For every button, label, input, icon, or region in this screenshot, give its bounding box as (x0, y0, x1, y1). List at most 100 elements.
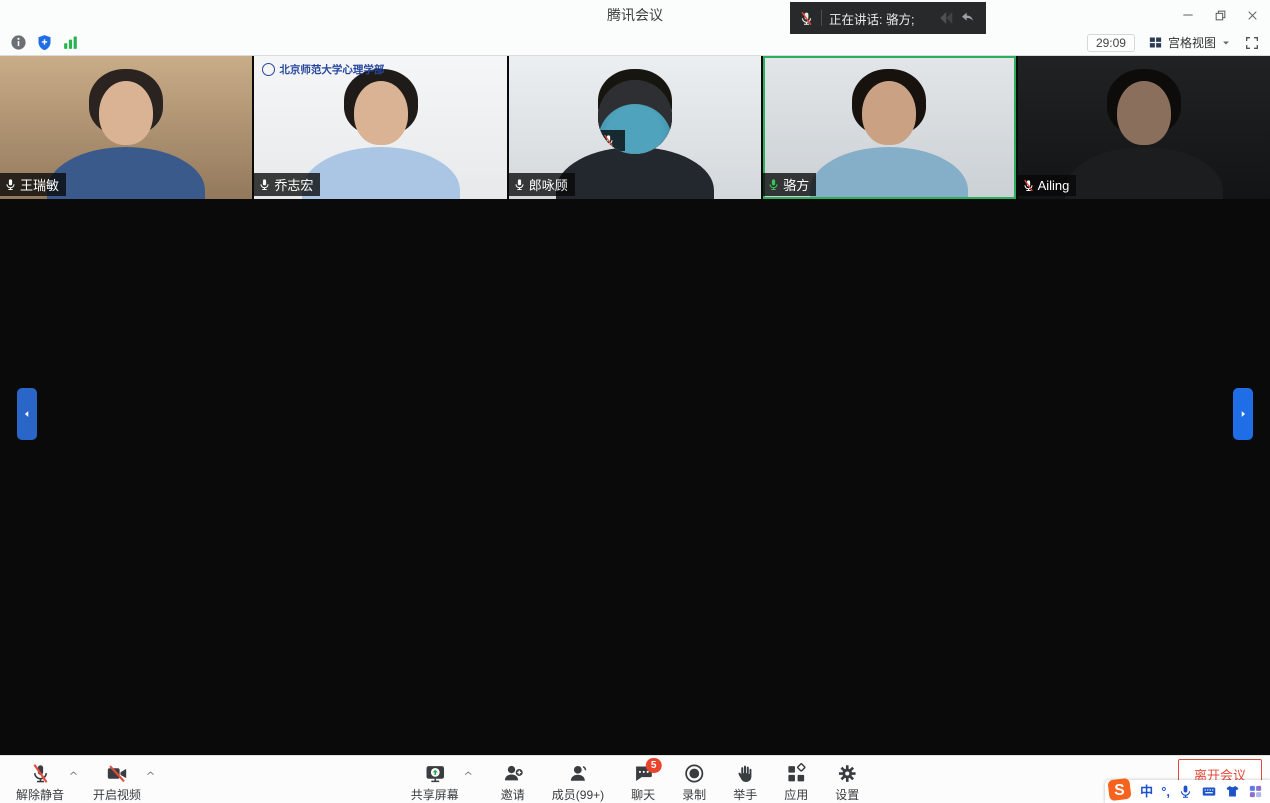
mic-status-icon (602, 134, 615, 147)
participant-tile[interactable]: 北京师范大学心理学部 乔志宏 (254, 56, 506, 199)
participant-name: 郎咏顾 (529, 175, 568, 194)
chevron-up-icon (68, 769, 79, 778)
security-button[interactable] (36, 34, 53, 51)
video-options-chevron[interactable] (145, 769, 156, 778)
sogou-icon[interactable]: S (1107, 777, 1132, 802)
unmute-label: 解除静音 (16, 786, 64, 803)
participant-nametag: 郎咏顾 (509, 173, 575, 196)
face (862, 81, 916, 145)
chevron-up-icon (463, 769, 474, 778)
status-bar: 29:09 宫格视图 (0, 30, 1270, 55)
members-button[interactable]: 成员(99+) (552, 763, 604, 803)
participant-tile[interactable] (598, 80, 672, 154)
ime-language-toggle[interactable]: 中 (1140, 785, 1153, 798)
fullscreen-icon (1244, 35, 1260, 51)
ime-toolbar[interactable]: S 中 °, (1105, 780, 1270, 803)
university-logo-icon (262, 63, 275, 76)
minimize-button[interactable] (1172, 0, 1204, 30)
svg-text:S: S (1114, 782, 1124, 799)
participant-tile[interactable]: Ailing (1018, 56, 1270, 199)
caret-down-icon (1221, 38, 1231, 48)
mic-status-icon (767, 178, 780, 191)
face (354, 81, 408, 145)
undo-arrow-icon (959, 10, 977, 26)
apps-button[interactable]: 应用 (784, 763, 808, 803)
active-speaker-label: 正在讲话: 骆方; (829, 9, 914, 28)
invite-icon (502, 763, 523, 784)
invite-label: 邀请 (501, 786, 525, 803)
screen-share-icon (424, 763, 445, 784)
settings-label: 设置 (835, 786, 859, 803)
start-video-label: 开启视频 (93, 786, 141, 803)
titlebar: 腾讯会议 (0, 0, 1270, 30)
camera-muted-icon (106, 763, 128, 784)
record-label: 录制 (682, 786, 706, 803)
chat-label: 聊天 (631, 786, 655, 803)
apps-icon (786, 763, 807, 784)
previous-page-arrow[interactable] (17, 388, 37, 440)
minimize-icon (1181, 8, 1195, 22)
body (302, 147, 460, 199)
participant-grid: 王瑞敏 北京师范大学心理学部 乔志宏 (0, 56, 1270, 755)
body (556, 147, 714, 199)
back-arrows-icon (937, 9, 957, 27)
ime-punctuation-toggle[interactable]: °, (1161, 785, 1170, 798)
window-controls (1172, 0, 1268, 30)
start-video-button[interactable]: 开启视频 (93, 763, 141, 803)
invite-button[interactable]: 邀请 (501, 763, 525, 803)
members-icon (567, 763, 588, 784)
mic-status-icon (513, 178, 526, 191)
face (99, 81, 153, 145)
mic-status-icon (4, 178, 17, 191)
chat-unread-badge: 5 (646, 758, 662, 773)
background-banner: 北京师范大学心理学部 (262, 62, 384, 77)
record-button[interactable]: 录制 (682, 763, 706, 803)
share-screen-button[interactable]: 共享屏幕 (411, 763, 459, 803)
ime-mic-icon[interactable] (1178, 784, 1193, 799)
participant-nametag: Ailing (1018, 175, 1077, 196)
share-options-chevron[interactable] (463, 769, 474, 778)
unmute-button[interactable]: 解除静音 (16, 763, 64, 803)
participant-name: 王瑞敏 (20, 175, 59, 194)
face (1117, 81, 1171, 145)
active-speaker-banner: 正在讲话: 骆方; (790, 2, 986, 34)
raise-hand-icon (735, 763, 755, 784)
raise-hand-button[interactable]: 举手 (733, 763, 757, 803)
body (1065, 147, 1223, 199)
participant-nametag: 乔志宏 (254, 173, 320, 196)
participant-nametag: 骆方 (763, 173, 816, 196)
raise-hand-label: 举手 (733, 786, 757, 803)
participant-tile[interactable]: 王瑞敏 (0, 56, 252, 199)
info-icon (10, 34, 27, 51)
apps-label: 应用 (784, 786, 808, 803)
close-button[interactable] (1236, 0, 1268, 30)
meeting-info-button[interactable] (10, 34, 27, 51)
name-tag-row: 乔志宏 (254, 173, 320, 196)
name-tag-row: 骆方 (763, 173, 816, 196)
ime-skin-icon[interactable] (1225, 784, 1240, 799)
view-mode-button[interactable]: 宫格视图 (1148, 34, 1231, 51)
close-icon (1246, 9, 1259, 22)
meeting-timer: 29:09 (1087, 34, 1135, 52)
chat-button[interactable]: 5 聊天 (631, 763, 655, 803)
participant-tile[interactable]: 骆方 (763, 56, 1015, 199)
restore-button[interactable] (1204, 0, 1236, 30)
settings-button[interactable]: 设置 (835, 763, 859, 803)
ime-keyboard-icon[interactable] (1201, 784, 1217, 799)
divider (821, 10, 822, 26)
mic-status-icon (258, 178, 271, 191)
record-icon (684, 763, 705, 784)
audio-options-chevron[interactable] (68, 769, 79, 778)
name-tag-row: Ailing (1018, 175, 1077, 196)
restore-icon (1214, 9, 1227, 22)
network-status-button[interactable] (62, 34, 79, 51)
banner-arrow-icons (937, 9, 977, 27)
next-page-arrow[interactable] (1233, 388, 1253, 440)
fullscreen-button[interactable] (1244, 35, 1260, 51)
ime-toolbox-icon[interactable] (1248, 784, 1263, 799)
mic-muted-icon (30, 763, 51, 784)
triangle-left-icon (22, 408, 32, 420)
triangle-right-icon (1238, 408, 1248, 420)
participant-name: 骆方 (783, 175, 809, 194)
security-shield-icon (36, 34, 53, 51)
